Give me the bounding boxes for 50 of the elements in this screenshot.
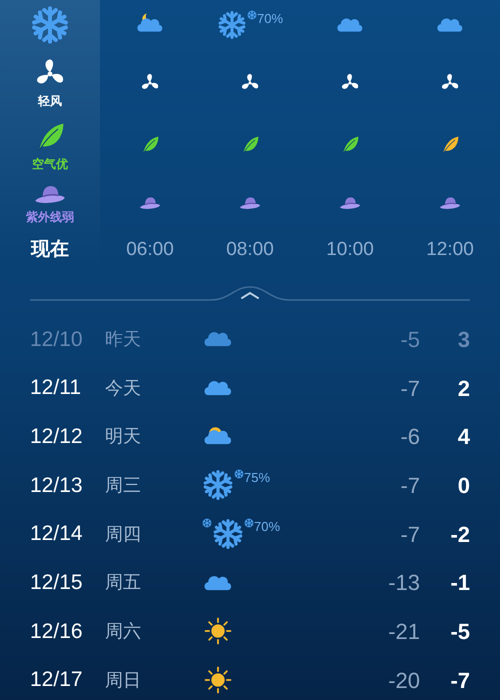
date-text: 12/11 xyxy=(29,375,82,402)
precipitation-chance: 75% xyxy=(244,471,270,484)
low-temperature: -5 xyxy=(399,326,420,354)
low-temperature: -6 xyxy=(399,423,420,452)
weekday-text: 周三 xyxy=(105,474,142,497)
low-temperature: -21 xyxy=(387,618,420,646)
high-temperature: 3 xyxy=(456,326,470,354)
date-text: 12/15 xyxy=(29,570,84,596)
precipitation-chance: 70% xyxy=(254,520,280,534)
high-temperature: 4 xyxy=(456,423,470,452)
hour-tab[interactable]: 12:00 xyxy=(426,231,474,269)
weekday-text: 周六 xyxy=(105,620,142,643)
high-temperature: 0 xyxy=(456,472,470,500)
hour-tab[interactable]: 10:00 xyxy=(326,231,374,269)
condition-label: 空气优 xyxy=(32,158,68,170)
date-text: 12/16 xyxy=(29,618,84,645)
condition-label: 轻风 xyxy=(38,95,62,107)
date-text: 12/14 xyxy=(29,521,84,548)
date-text: 12/13 xyxy=(29,472,84,499)
weekday-text: 今天 xyxy=(105,376,142,400)
low-temperature: -7 xyxy=(399,472,420,500)
low-temperature: -7 xyxy=(399,374,420,403)
date-text: 12/10 xyxy=(29,326,84,353)
hat-icon xyxy=(139,196,161,210)
snowflake-icon xyxy=(30,5,70,45)
weekday-text: 周五 xyxy=(105,571,142,594)
high-temperature: -5 xyxy=(449,618,470,646)
weekday-text: 周四 xyxy=(105,522,142,546)
high-temperature: 2 xyxy=(456,374,470,403)
hour-tab[interactable]: 06:00 xyxy=(126,231,174,269)
hat-icon xyxy=(34,184,66,206)
weekday-text: 周日 xyxy=(105,668,142,692)
low-temperature: -13 xyxy=(387,569,420,598)
low-temperature: -20 xyxy=(387,666,420,695)
hour-tab[interactable]: 08:00 xyxy=(226,231,274,269)
date-text: 12/12 xyxy=(29,424,84,450)
hat-icon xyxy=(339,196,361,210)
high-temperature: -7 xyxy=(449,666,470,695)
low-temperature: -7 xyxy=(399,520,420,549)
high-temperature: -2 xyxy=(449,520,470,549)
hour-tab[interactable]: 现在 xyxy=(31,231,69,269)
date-text: 12/17 xyxy=(29,667,84,694)
precipitation-chance: 70% xyxy=(256,12,284,25)
condition-label: 紫外线弱 xyxy=(26,210,74,222)
chevron-up-icon[interactable] xyxy=(241,291,259,299)
hat-icon xyxy=(239,196,261,210)
weekday-text: 明天 xyxy=(105,425,142,448)
high-temperature: -1 xyxy=(449,569,470,598)
weekday-text: 昨天 xyxy=(105,328,142,351)
hat-icon xyxy=(439,196,461,210)
